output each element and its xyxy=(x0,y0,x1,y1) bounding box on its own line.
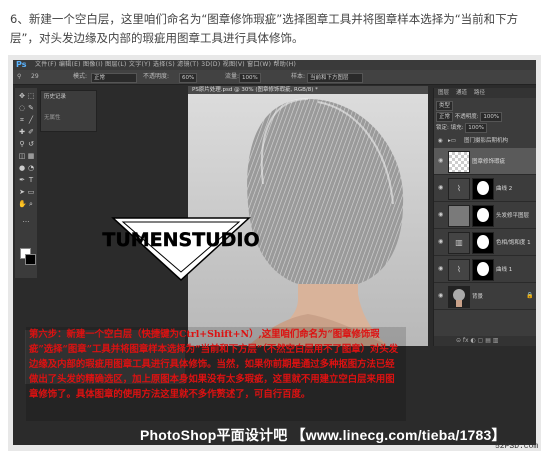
hue-saturation-icon: ▥ xyxy=(448,232,470,254)
layers-tabs: 图层 通道 路径 xyxy=(434,88,536,98)
fill-input[interactable]: 100% xyxy=(465,123,487,133)
stamp-tool-icon[interactable]: ⚲ xyxy=(17,70,21,84)
eye-icon[interactable]: ◉ xyxy=(438,238,443,245)
layers-panel: 图层 通道 路径 类型 正常 不透明度: 100% 锁定: 填充: 100% ◉… xyxy=(433,88,536,346)
curves-icon: ⌇ xyxy=(448,259,470,281)
eyedropper-icon[interactable]: ╱ xyxy=(27,116,35,124)
layer-opacity-input[interactable]: 100% xyxy=(480,112,503,122)
blur-tool-icon[interactable]: ● xyxy=(18,164,26,172)
pen-tool-icon[interactable]: ✒ xyxy=(18,176,26,184)
move-tool-icon[interactable]: ✥ xyxy=(18,92,26,100)
marquee-tool-icon[interactable]: ⬚ xyxy=(27,92,35,100)
instruction-caption: 第六步：新建一个空白层（快捷键为Ctrl+Shift+N）,这里咱们命名为“图章… xyxy=(26,327,406,421)
zoom-tool-icon[interactable]: ⌕ xyxy=(27,200,35,208)
curves-icon: ⌇ xyxy=(448,178,470,200)
layer-actions[interactable]: ⊝ fx ◐ ▢ ▤ ▥ xyxy=(456,336,498,346)
crop-tool-icon[interactable]: ⌗ xyxy=(18,116,26,124)
fill-label: 填充: xyxy=(450,125,464,131)
site-tag: 52PSD.com xyxy=(495,442,539,451)
menu-items[interactable]: 文件(F) 编辑(E) 图像(I) 图层(L) 文字(Y) 选择(S) 滤镜(T… xyxy=(35,60,296,70)
history-brush-icon[interactable]: ↺ xyxy=(27,140,35,148)
blend-mode-select[interactable]: 正常 xyxy=(436,112,454,122)
dodge-tool-icon[interactable]: ◔ xyxy=(27,164,35,172)
opacity-label: 不透明度: xyxy=(143,73,170,80)
layer-opacity-label: 不透明度: xyxy=(454,114,479,120)
instruction-text: 第六步：新建一个空白层（快捷键为Ctrl+Shift+N）,这里咱们命名为“图章… xyxy=(29,329,399,400)
eye-icon[interactable]: ◉ xyxy=(438,136,443,146)
eye-icon[interactable]: ◉ xyxy=(438,265,443,272)
history-item[interactable]: 无属性 xyxy=(44,113,61,121)
background-color-swatch[interactable] xyxy=(25,254,36,265)
layer-mask xyxy=(472,178,494,200)
layer-thumbnail xyxy=(448,205,470,227)
lasso-tool-icon[interactable]: ◌ xyxy=(18,104,26,112)
eye-icon[interactable]: ◉ xyxy=(438,157,443,164)
sample-select[interactable]: 当前和下方图层 xyxy=(307,73,363,83)
layer-name: 曲线 1 xyxy=(496,267,513,273)
layer-thumbnail xyxy=(448,286,470,308)
layer-name: 曲线 2 xyxy=(496,186,513,192)
layer-row[interactable]: ◉ ▥ 色相/饱和度 1 xyxy=(434,229,536,256)
layer-row[interactable]: ◉ 头发修平图层 xyxy=(434,202,536,229)
hand-tool-icon[interactable]: ✋ xyxy=(18,200,27,208)
layer-mask xyxy=(472,205,494,227)
layer-name: 头发修平图层 xyxy=(496,213,530,219)
menu-bar: Ps 文件(F) 编辑(E) 图像(I) 图层(L) 文字(Y) 选择(S) 滤… xyxy=(13,60,536,70)
shape-tool-icon[interactable]: ▭ xyxy=(27,188,35,196)
toolbox: ✥ ⬚ ◌ ✎ ⌗ ╱ ✚ ✐ ⚲ ↺ ◫ ▦ ● ◔ ✒ T ➤ ▭ ✋ ⌕ … xyxy=(15,88,37,278)
lock-row: 锁定: 填充: 100% xyxy=(436,123,487,133)
tab-layers[interactable]: 图层 xyxy=(438,88,449,98)
brush-tool-icon[interactable]: ✐ xyxy=(27,128,35,136)
type-tool-icon[interactable]: T xyxy=(27,176,35,184)
layer-name: 背景 xyxy=(472,294,484,300)
layer-kind-select[interactable]: 类型 xyxy=(436,101,454,111)
eye-icon[interactable]: ◉ xyxy=(438,292,443,299)
eraser-tool-icon[interactable]: ◫ xyxy=(18,152,26,160)
lock-label: 锁定: xyxy=(436,125,449,131)
layer-row[interactable]: ◉ ⌇ 曲线 1 xyxy=(434,256,536,283)
brush-size[interactable]: 29 xyxy=(31,70,39,84)
layer-thumbnail xyxy=(448,151,470,173)
eye-icon[interactable]: ◉ xyxy=(438,211,443,218)
folder-icon: ▸▭ xyxy=(448,138,456,144)
options-bar: ⚲ 29 模式: 正常 不透明度: 60% 流量: 100% 样本: 当前和下方… xyxy=(13,70,536,85)
layer-mask xyxy=(472,259,494,281)
eye-icon[interactable]: ◉ xyxy=(438,184,443,191)
studio-logo: TUMENSTUDIO xyxy=(101,208,261,283)
quick-select-icon[interactable]: ✎ xyxy=(27,104,35,112)
document-tab[interactable]: PS原片处理.psd @ 30% (图章修饰瑕疵, RGB/8) * xyxy=(188,86,428,94)
tab-channels[interactable]: 通道 xyxy=(456,88,467,98)
history-tab[interactable]: 历史记录 xyxy=(44,92,66,100)
sample-label: 样本: xyxy=(291,73,306,80)
article-step-text: 6、新建一个空白层，这里咱们命名为“图章修饰瑕疵”选择图章工具并将图章样本选择为… xyxy=(10,12,519,45)
lock-icon: 🔒 xyxy=(526,292,534,299)
layer-row[interactable]: ◉ ⌇ 曲线 2 xyxy=(434,175,536,202)
layer-group[interactable]: ◉ ▸▭ 图门摄影后期机构 xyxy=(434,136,536,146)
layer-row[interactable]: ◉ 图章修饰瑕疵 xyxy=(434,148,536,175)
mode-label: 模式: xyxy=(73,73,88,80)
group-name: 图门摄影后期机构 xyxy=(464,138,509,144)
mode-select[interactable]: 正常 xyxy=(91,73,137,83)
clone-stamp-icon[interactable]: ⚲ xyxy=(18,140,26,148)
gradient-tool-icon[interactable]: ▦ xyxy=(27,152,35,160)
tab-paths[interactable]: 路径 xyxy=(474,88,485,98)
flow-input[interactable]: 100% xyxy=(239,73,261,83)
opacity-input[interactable]: 60% xyxy=(179,73,198,83)
layers-bottom-bar: ⊝ fx ◐ ▢ ▤ ▥ xyxy=(434,336,536,346)
more-tools-icon[interactable]: … xyxy=(22,216,30,224)
heal-tool-icon[interactable]: ✚ xyxy=(18,128,26,136)
history-panel: 历史记录 无属性 xyxy=(40,90,97,132)
flow-label: 流量: xyxy=(225,73,240,80)
layer-name: 色相/饱和度 1 xyxy=(496,240,531,246)
blend-row: 正常 不透明度: 100% xyxy=(436,112,503,122)
ps-logo: Ps xyxy=(16,60,27,69)
layer-name: 图章修饰瑕疵 xyxy=(472,159,506,165)
hair-shape xyxy=(247,99,404,284)
studio-logo-text: TUMENSTUDIO xyxy=(102,229,259,251)
forum-watermark: PhotoShop平面设计吧 【www.linecg.com/tieba/178… xyxy=(140,427,506,443)
path-select-icon[interactable]: ➤ xyxy=(18,188,26,196)
layer-row[interactable]: ◉ 背景 🔒 xyxy=(434,283,536,310)
layer-mask xyxy=(472,232,494,254)
layer-filter-row: 类型 xyxy=(436,101,454,111)
